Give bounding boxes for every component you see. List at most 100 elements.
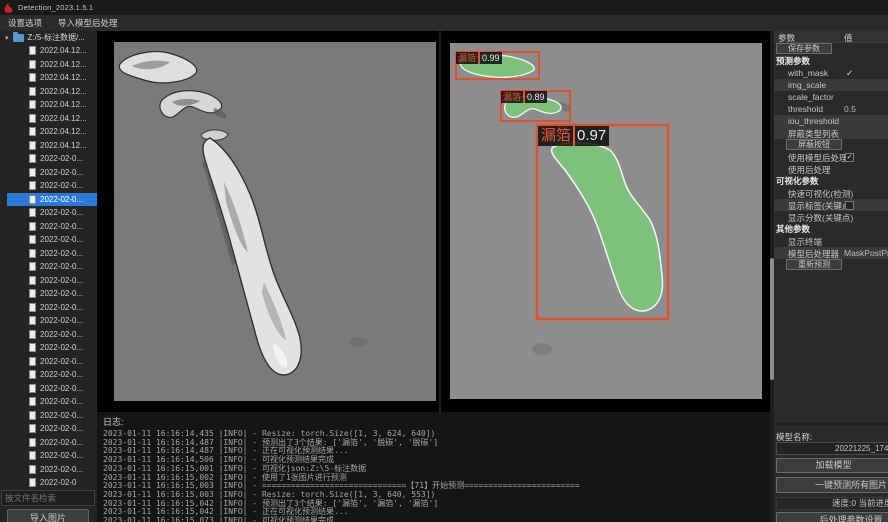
file-icon [29,411,36,420]
param-row[interactable]: threshold0.5 [774,103,888,115]
params-panel: 参数 值 保存参数预测参数with_mask✓img_scalescale_fa… [774,31,888,522]
tree-item-label: 2022-02-0... [40,316,83,325]
param-row[interactable]: 使用模型后处理✓ [774,151,888,163]
param-row[interactable]: 快速可视化(检测) [774,187,888,199]
param-row[interactable]: 显示分数(关键点) [774,211,888,223]
file-icon [29,397,36,406]
file-icon [29,330,36,339]
tree-item[interactable]: 2022-02-0... [0,301,97,315]
tree-item[interactable]: 2022-02-0... [0,152,97,166]
tree-item-label: 2022-02-0... [40,154,83,163]
tree-item[interactable]: 2022-02-0... [0,463,97,477]
model-name-field[interactable]: 20221225_174813 [776,442,888,455]
tree-item-label: 2022.04.12... [40,73,87,82]
log-line: 2023-01-11 16:16:15,073 |INFO| - 可视化预测结果… [103,517,770,522]
tree-item[interactable]: 2022-02-0... [0,368,97,382]
tree-item[interactable]: 2022.04.12... [0,125,97,139]
postprocess-settings-button[interactable]: 后处理参数设置 [776,512,888,522]
tree-item[interactable]: 2022-02-0... [0,206,97,220]
search-input[interactable] [1,490,95,506]
tree-item-label: 2022-02-0... [40,276,83,285]
tree-item[interactable]: 2022-02-0... [0,422,97,436]
tree-item[interactable]: 2022-02-0... [0,166,97,180]
tree-item[interactable]: 2022.04.12... [0,139,97,153]
param-label: scale_factor [788,92,834,102]
checkbox[interactable]: ✓ [845,153,854,162]
tree-item[interactable]: 2022.04.12... [0,98,97,112]
param-label: with_mask [788,68,828,78]
file-icon [29,100,36,109]
tree-item[interactable]: 2022.04.12... [0,44,97,58]
window-title: Detection_2023.1.5.1 [18,3,93,12]
tree-item[interactable]: 2022-02-0... [0,314,97,328]
file-icon [29,181,36,190]
tree-item[interactable]: 2022-02-0... [0,193,97,207]
tree-item[interactable]: 2022-02-0 [0,476,97,490]
load-model-button[interactable]: 加载模型 [776,458,888,473]
mask-types-button[interactable]: 屏蔽按钮 [786,139,842,150]
log-panel: 日志: 2023-01-11 16:16:14,435 |INFO| - Res… [97,412,770,522]
tree-item[interactable]: 2022.04.12... [0,71,97,85]
tree-item[interactable]: 2022.04.12... [0,85,97,99]
tree-item-label: 2022-02-0... [40,424,83,433]
tree-item[interactable]: 2022-02-0... [0,328,97,342]
param-row[interactable]: iou_threshold [774,115,888,127]
tree-item[interactable]: 2022-02-0... [0,395,97,409]
file-icon [29,343,36,352]
params-table-header: 参数 值 [774,31,888,43]
tree-item[interactable]: 2022-02-0... [0,233,97,247]
tree-item-label: 2022-02-0... [40,330,83,339]
original-image-view[interactable] [114,42,436,401]
param-label: iou_threshold [788,116,839,126]
param-row[interactable]: scale_factor [774,91,888,103]
import-images-button[interactable]: 导入图片 [7,509,89,522]
param-row[interactable]: 显示标签(关键点) [774,199,888,211]
file-icon [29,384,36,393]
param-row[interactable]: 使用后处理 [774,163,888,175]
param-row[interactable]: 显示终端 [774,235,888,247]
detection-label: 漏箔0.89 [501,91,547,103]
save-params-button[interactable]: 保存参数 [776,43,832,54]
tree-item-label: 2022-02-0... [40,222,83,231]
tree-item[interactable]: 2022-02-0... [0,287,97,301]
tree-item[interactable]: 2022.04.12... [0,58,97,72]
log-lines: 2023-01-11 16:16:14,435 |INFO| - Resize:… [97,430,770,522]
viewer-area: 漏箔0.99 漏箔0.89 漏箔0.97 日志: 2023-01-11 16:1… [97,31,770,522]
tree-item[interactable]: 2022-02-0... [0,274,97,288]
tree-item[interactable]: 2022-02-0... [0,260,97,274]
menu-item-import-postprocess[interactable]: 导入模型后处理 [50,15,126,31]
menu-item-settings[interactable]: 设置选项 [0,15,50,31]
tree-item[interactable]: 2022-02-0... [0,409,97,423]
tree-item[interactable]: 2022-02-0... [0,436,97,450]
param-label: threshold [788,104,823,114]
file-icon [29,222,36,231]
chevron-down-icon[interactable]: ▾ [5,34,9,42]
tree-item[interactable]: 2022-02-0... [0,179,97,193]
tree-item[interactable]: 2022-02-0... [0,247,97,261]
file-icon [29,127,36,136]
param-value: MaskPostPro [844,248,888,258]
tree-item[interactable]: 2022-02-0... [0,449,97,463]
detection-label: 漏箔0.99 [456,52,502,64]
tree-item[interactable]: 2022-02-0... [0,341,97,355]
param-row[interactable]: with_mask ✓ [774,67,888,79]
param-button-row: 保存参数 [774,43,888,55]
tree-item[interactable]: 2022-02-0... [0,355,97,369]
param-row[interactable]: 屏蔽类型列表 [774,127,888,139]
tree-item-label: 2022.04.12... [40,100,87,109]
tree-item[interactable]: 2022.04.12... [0,112,97,126]
re-predict-button[interactable]: 重新预测 [786,259,842,270]
param-row[interactable]: img_scale [774,79,888,91]
checkbox[interactable] [845,201,854,210]
param-row[interactable]: 模型后处理器MaskPostPro [774,247,888,259]
tree-item-label: 2022.04.12... [40,141,87,150]
tree-item[interactable]: 2022-02-0... [0,382,97,396]
prediction-image-view[interactable]: 漏箔0.99 漏箔0.89 漏箔0.97 [450,43,762,399]
tree-item[interactable]: 2022-02-0... [0,220,97,234]
predict-all-button[interactable]: 一键预测所有图片 [776,477,888,493]
tree-item-label: 2022-02-0... [40,235,83,244]
tree-item-label: 2022-02-0... [40,384,83,393]
checkmark-icon[interactable]: ✓ [846,68,853,79]
tree-root[interactable]: ▾ Z:/5-标注数据/... [0,31,97,44]
image-splitter[interactable] [439,31,441,412]
